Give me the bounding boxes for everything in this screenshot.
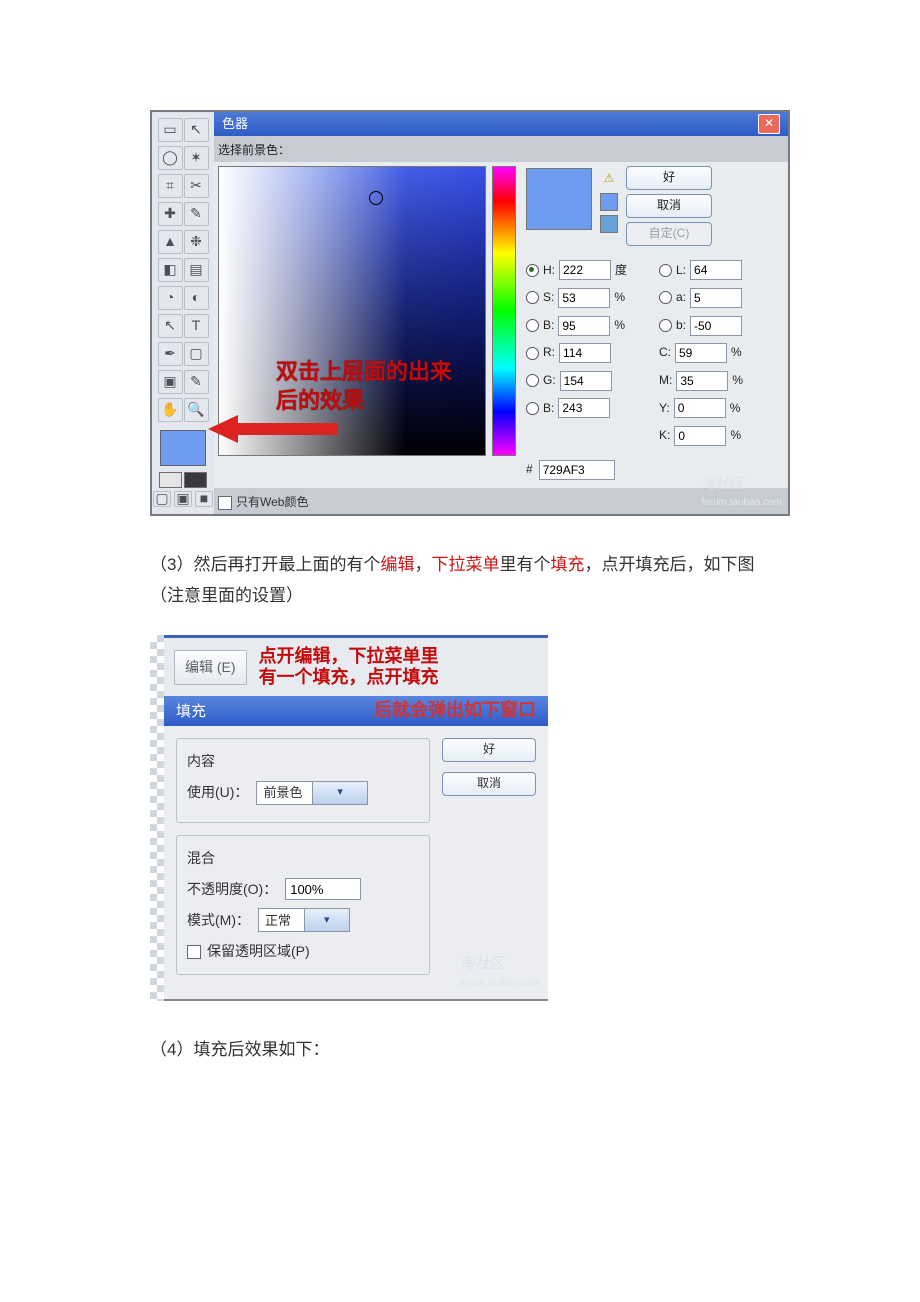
hex-prefix: # <box>526 459 533 481</box>
opacity-input[interactable] <box>285 878 361 900</box>
y-input[interactable] <box>674 398 726 418</box>
mode-label: 模式(M)： <box>187 908 250 933</box>
zoom-tool-icon[interactable]: 🔍 <box>184 398 209 422</box>
a-radio[interactable] <box>659 291 672 304</box>
dialog-title: 填充 <box>176 698 206 725</box>
wand-tool-icon[interactable]: ✶ <box>184 146 209 170</box>
hand-tool-icon[interactable]: ✋ <box>158 398 183 422</box>
path-tool-icon[interactable]: ↖ <box>158 314 183 338</box>
slice-tool-icon[interactable]: ✂ <box>184 174 209 198</box>
blend-legend: 混合 <box>187 846 419 871</box>
pen-tool-icon[interactable]: ✒ <box>158 342 183 366</box>
g-input[interactable] <box>560 371 612 391</box>
color-picker-screenshot: ▭↖ ◯✶ ⌗✂ ✚✎ ▲❉ ◧▤ ◔◐ ↖T ✒▢ ▣✎ ✋🔍 ▢▣■ <box>150 110 790 516</box>
g-radio[interactable] <box>526 374 539 387</box>
annotation-text: 双击上层面的出来 后的效果 <box>276 358 452 415</box>
stamp-tool-icon[interactable]: ▲ <box>158 230 183 254</box>
color-field-marker <box>369 191 383 205</box>
photoshop-toolbar: ▭↖ ◯✶ ⌗✂ ✚✎ ▲❉ ◧▤ ◔◐ ↖T ✒▢ ▣✎ ✋🔍 ▢▣■ <box>152 112 214 514</box>
move-tool-icon[interactable]: ↖ <box>184 118 209 142</box>
custom-button[interactable]: 自定(C) <box>626 222 712 246</box>
annotation-arrow <box>208 420 338 438</box>
s-radio[interactable] <box>526 291 539 304</box>
history-brush-icon[interactable]: ❉ <box>184 230 209 254</box>
b-input[interactable] <box>690 316 742 336</box>
a-input[interactable] <box>690 288 742 308</box>
type-tool-icon[interactable]: T <box>184 314 209 338</box>
shape-tool-icon[interactable]: ▢ <box>184 342 209 366</box>
paragraph-4: （4）填充后效果如下： <box>0 1001 920 1066</box>
heal-tool-icon[interactable]: ✚ <box>158 202 183 226</box>
marquee-tool-icon[interactable]: ▭ <box>158 118 183 142</box>
ok-button[interactable]: 好 <box>626 166 712 190</box>
dialog-titlebar: 填充 后就会弹出如下窗口 <box>164 696 548 726</box>
gamut-swatch[interactable] <box>600 193 618 211</box>
b-radio[interactable] <box>659 319 672 332</box>
k-input[interactable] <box>674 426 726 446</box>
hue-slider[interactable] <box>492 166 516 456</box>
web-only-label: 只有Web颜色 <box>236 492 308 514</box>
edit-menu-button[interactable]: 编辑 (E) <box>174 650 247 685</box>
gamut-warning-icon[interactable]: ⚠ <box>604 168 615 190</box>
bl-input[interactable] <box>558 398 610 418</box>
br-radio[interactable] <box>526 319 539 332</box>
paragraph-3: （3）然后再打开最上面的有个编辑，下拉菜单里有个填充，点开填充后，如下图（注意里… <box>0 516 920 611</box>
fill-dialog-screenshot: 编辑 (E) 点开编辑，下拉菜单里有一个填充，点开填充 填充 后就会弹出如下窗口… <box>150 635 920 1001</box>
preserve-alpha-label: 保留透明区域(P) <box>207 939 310 964</box>
h-radio[interactable] <box>526 264 539 277</box>
canvas-checker <box>150 635 164 1001</box>
l-radio[interactable] <box>659 264 672 277</box>
content-legend: 内容 <box>187 749 419 774</box>
dodge-tool-icon[interactable]: ◐ <box>184 286 209 310</box>
opacity-label: 不透明度(O)： <box>187 877 277 902</box>
blur-tool-icon[interactable]: ◔ <box>158 286 183 310</box>
gradient-tool-icon[interactable]: ▤ <box>184 258 209 282</box>
c-input[interactable] <box>675 343 727 363</box>
close-icon[interactable]: ✕ <box>758 114 780 134</box>
mode-select[interactable]: 正常▾ <box>258 908 350 932</box>
eyedropper-tool-icon[interactable]: ✎ <box>184 370 209 394</box>
chevron-down-icon: ▾ <box>312 782 368 804</box>
ok-button[interactable]: 好 <box>442 738 536 762</box>
r-radio[interactable] <box>526 347 539 360</box>
eraser-tool-icon[interactable]: ◧ <box>158 258 183 282</box>
websafe-swatch[interactable] <box>600 215 618 233</box>
watermark: 淘社区 forum.taobao.com <box>701 471 782 512</box>
r-input[interactable] <box>559 343 611 363</box>
crop-tool-icon[interactable]: ⌗ <box>158 174 183 198</box>
dialog-title: 色器 <box>222 112 248 135</box>
s-input[interactable] <box>558 288 610 308</box>
use-select[interactable]: 前景色▾ <box>256 781 368 805</box>
new-current-swatch <box>526 168 592 230</box>
chevron-down-icon: ▾ <box>304 909 350 931</box>
l-input[interactable] <box>690 260 742 280</box>
preserve-alpha-checkbox[interactable] <box>187 945 201 959</box>
blend-panel: 混合 不透明度(O)： 模式(M)： 正常▾ <box>176 835 430 976</box>
select-fg-label: 选择前景色： <box>214 136 788 162</box>
foreground-color-swatch[interactable] <box>160 430 206 466</box>
lasso-tool-icon[interactable]: ◯ <box>158 146 183 170</box>
cancel-button[interactable]: 取消 <box>626 194 712 218</box>
watermark: 淘社区 forum.taobao.com <box>459 950 540 993</box>
cancel-button[interactable]: 取消 <box>442 772 536 796</box>
content-panel: 内容 使用(U)： 前景色▾ <box>176 738 430 822</box>
m-input[interactable] <box>676 371 728 391</box>
screen-mode-icon[interactable]: ▢ <box>153 491 171 507</box>
hex-input[interactable] <box>539 460 615 480</box>
br-input[interactable] <box>558 316 610 336</box>
bl-radio[interactable] <box>526 402 539 415</box>
h-input[interactable] <box>559 260 611 280</box>
notes-tool-icon[interactable]: ▣ <box>158 370 183 394</box>
web-only-checkbox[interactable] <box>218 496 232 510</box>
annotation-text: 点开编辑，下拉菜单里有一个填充，点开填充 <box>259 646 439 689</box>
dialog-titlebar: 色器 ✕ <box>214 112 788 136</box>
screen-mode-icon[interactable]: ▣ <box>174 491 192 507</box>
brush-tool-icon[interactable]: ✎ <box>184 202 209 226</box>
screen-mode-icon[interactable]: ■ <box>195 491 213 507</box>
use-label: 使用(U)： <box>187 780 248 805</box>
